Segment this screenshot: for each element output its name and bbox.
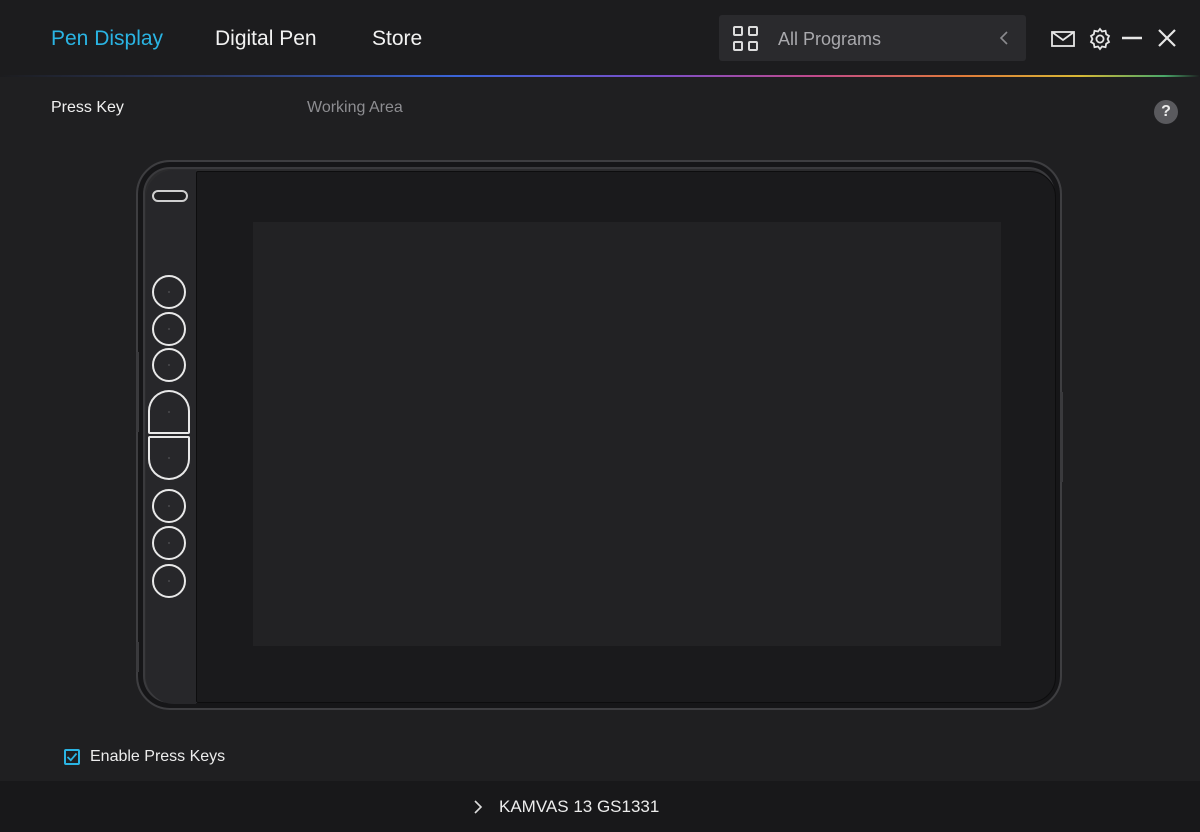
minimize-icon[interactable] (1119, 26, 1145, 52)
device-side-notch (1060, 392, 1063, 482)
tab-store[interactable]: Store (372, 27, 422, 51)
tab-press-key[interactable]: Press Key (51, 99, 124, 117)
press-key-7[interactable] (152, 526, 186, 560)
close-icon[interactable] (1154, 26, 1180, 52)
program-selector-label: All Programs (778, 29, 882, 49)
device-footer: KAMVAS 13 GS1331 (0, 781, 1200, 832)
device-side-notch (136, 642, 139, 672)
enable-press-keys-label: Enable Press Keys (90, 748, 226, 765)
app-window: Pen Display Digital Pen Store All Progra… (0, 0, 1200, 832)
pen-display-device (136, 160, 1063, 710)
tab-digital-pen[interactable]: Digital Pen (215, 27, 317, 51)
checkmark-icon (66, 752, 78, 762)
help-icon[interactable]: ? (1154, 100, 1178, 124)
program-selector[interactable]: All Programs (719, 15, 1026, 61)
gear-icon[interactable] (1087, 26, 1113, 52)
top-header: Pen Display Digital Pen Store All Progra… (0, 0, 1200, 76)
press-key-4[interactable] (148, 390, 190, 434)
checkbox[interactable] (64, 749, 80, 765)
press-key-5[interactable] (148, 436, 190, 480)
screen-active-area (253, 222, 1001, 646)
display-screen (196, 171, 1056, 703)
header-divider (0, 75, 1200, 77)
device-side-notch (136, 352, 139, 432)
tab-pen-display[interactable]: Pen Display (51, 27, 163, 51)
press-key-1[interactable] (152, 275, 186, 309)
tab-working-area[interactable]: Working Area (307, 99, 403, 117)
chevron-right-icon (474, 800, 483, 814)
press-key-3[interactable] (152, 348, 186, 382)
chevron-left-icon[interactable] (998, 29, 1010, 47)
mail-icon[interactable] (1050, 26, 1076, 52)
press-key-8[interactable] (152, 564, 186, 598)
status-indicator (152, 190, 188, 202)
press-key-6[interactable] (152, 489, 186, 523)
device-name: KAMVAS 13 GS1331 (499, 797, 660, 816)
grid-icon (733, 26, 759, 52)
press-key-2[interactable] (152, 312, 186, 346)
